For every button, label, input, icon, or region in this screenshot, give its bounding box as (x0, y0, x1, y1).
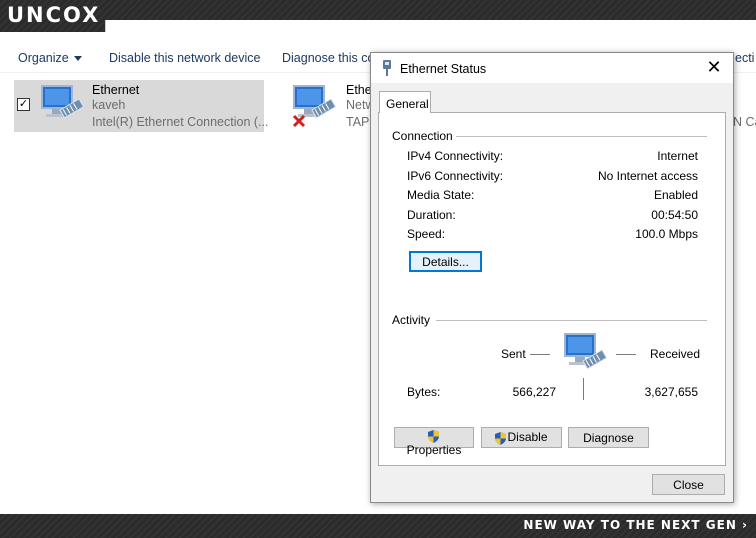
network-status-icon (564, 333, 608, 370)
connection-divider (456, 136, 707, 137)
bytes-divider (583, 378, 584, 400)
media-state-label: Media State: (407, 188, 475, 202)
received-line (616, 354, 636, 355)
adapter-ethernet[interactable]: ✓ Ethernet kaveh Intel(R) Ethernet Conne… (14, 80, 268, 132)
organize-label: Organize (18, 51, 69, 65)
disable-label: Disable (507, 430, 548, 445)
ipv4-label: IPv4 Connectivity: (407, 149, 504, 163)
disable-device-button[interactable]: Disable this network device (109, 51, 260, 65)
ipv4-value: Internet (657, 149, 698, 163)
duration-label: Duration: (407, 208, 456, 222)
bottom-banner: NEW WAY TO THE NEXT GEN › (0, 514, 756, 538)
adapter-tap[interactable]: Ether Netw TAP- (290, 80, 376, 132)
uac-shield-icon (428, 430, 439, 444)
details-button[interactable]: Details... (409, 251, 482, 272)
chevron-down-icon (73, 56, 82, 62)
connection-group-label: Connection (392, 129, 453, 143)
adapter-name: Ethernet (92, 83, 140, 97)
brand-logo: UNCOX (7, 3, 101, 27)
bytes-label: Bytes: (407, 385, 441, 399)
bytes-sent-value: 566,227 (512, 385, 556, 399)
properties-label: Properties (406, 443, 462, 458)
diagnose-connection-button[interactable]: Diagnose this co (282, 51, 374, 65)
ipv6-value: No Internet access (597, 169, 698, 183)
duration-value: 00:54:50 (651, 208, 698, 222)
uac-shield-icon (495, 431, 507, 445)
diagnose-button[interactable]: Diagnose (568, 427, 649, 448)
ethernet-plug-icon (383, 60, 391, 76)
general-panel: Connection IPv4 Connectivity: Internet I… (378, 112, 726, 466)
close-icon[interactable]: ✕ (705, 58, 723, 76)
properties-button[interactable]: Properties (394, 427, 474, 457)
adapter-network: kaveh (92, 98, 126, 112)
ethernet-status-dialog: Ethernet Status ✕ General Connection IPv… (370, 52, 734, 503)
speed-label: Speed: (407, 227, 446, 241)
dialog-titlebar: Ethernet Status ✕ (371, 53, 733, 83)
received-label: Received (650, 347, 701, 361)
disable-button[interactable]: Disable (481, 427, 562, 448)
media-state-value: Enabled (653, 188, 698, 202)
dialog-title: Ethernet Status (400, 62, 487, 76)
network-adapter-icon (41, 85, 85, 119)
top-banner: UNCOX (0, 0, 756, 32)
slogan: NEW WAY TO THE NEXT GEN › (523, 518, 748, 532)
speed-value: 100.0 Mbps (635, 227, 698, 241)
adapter-checkbox[interactable]: ✓ (17, 98, 30, 111)
tab-general[interactable]: General (379, 91, 431, 113)
sent-label: Sent (501, 347, 526, 361)
close-button[interactable]: Close (652, 474, 725, 495)
adapter-device: Intel(R) Ethernet Connection (... (92, 115, 269, 129)
ipv6-label: IPv6 Connectivity: (407, 169, 504, 183)
tab-general-label: General (386, 97, 429, 111)
bytes-received-value: 3,627,655 (644, 385, 698, 399)
activity-divider (436, 320, 707, 321)
disconnected-x-icon (292, 114, 306, 128)
toolbar-clipped-item[interactable]: ecti (735, 51, 754, 65)
sent-line (530, 354, 550, 355)
organize-button[interactable]: Organize (18, 51, 82, 65)
activity-group-label: Activity (392, 313, 431, 327)
address-bar-strip (105, 20, 756, 32)
adapter-clipped-text: N Car (733, 115, 756, 129)
